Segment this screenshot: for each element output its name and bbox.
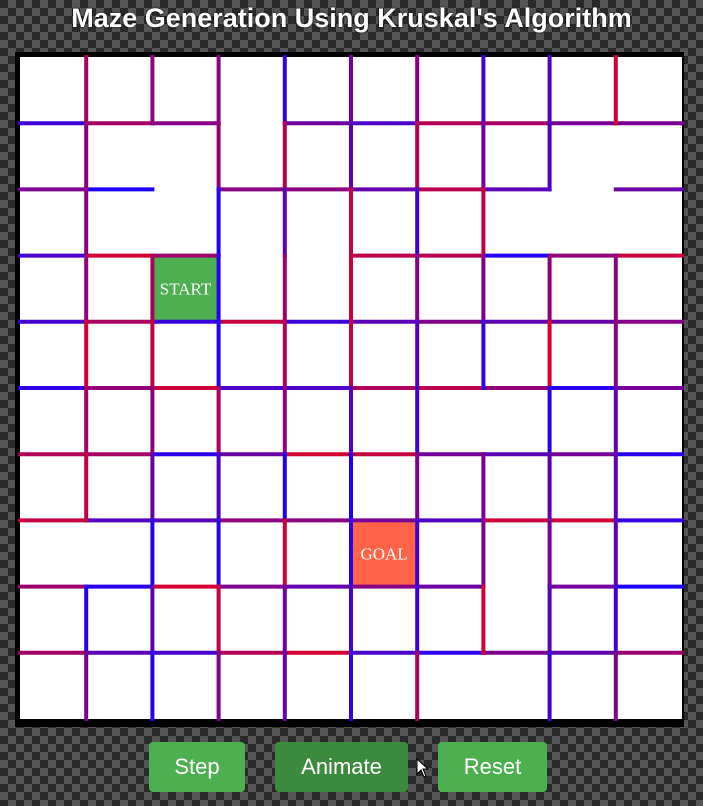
- maze-grid: START GOAL: [18, 55, 684, 721]
- reset-button[interactable]: Reset: [438, 742, 547, 792]
- start-label: START: [160, 280, 212, 299]
- page-title: Maze Generation Using Kruskal's Algorith…: [71, 3, 632, 33]
- maze-board: START GOAL: [15, 52, 684, 727]
- goal-label: GOAL: [360, 545, 407, 564]
- mouse-cursor-icon: [416, 758, 430, 778]
- animate-button[interactable]: Animate: [275, 742, 408, 792]
- step-button[interactable]: Step: [149, 742, 245, 792]
